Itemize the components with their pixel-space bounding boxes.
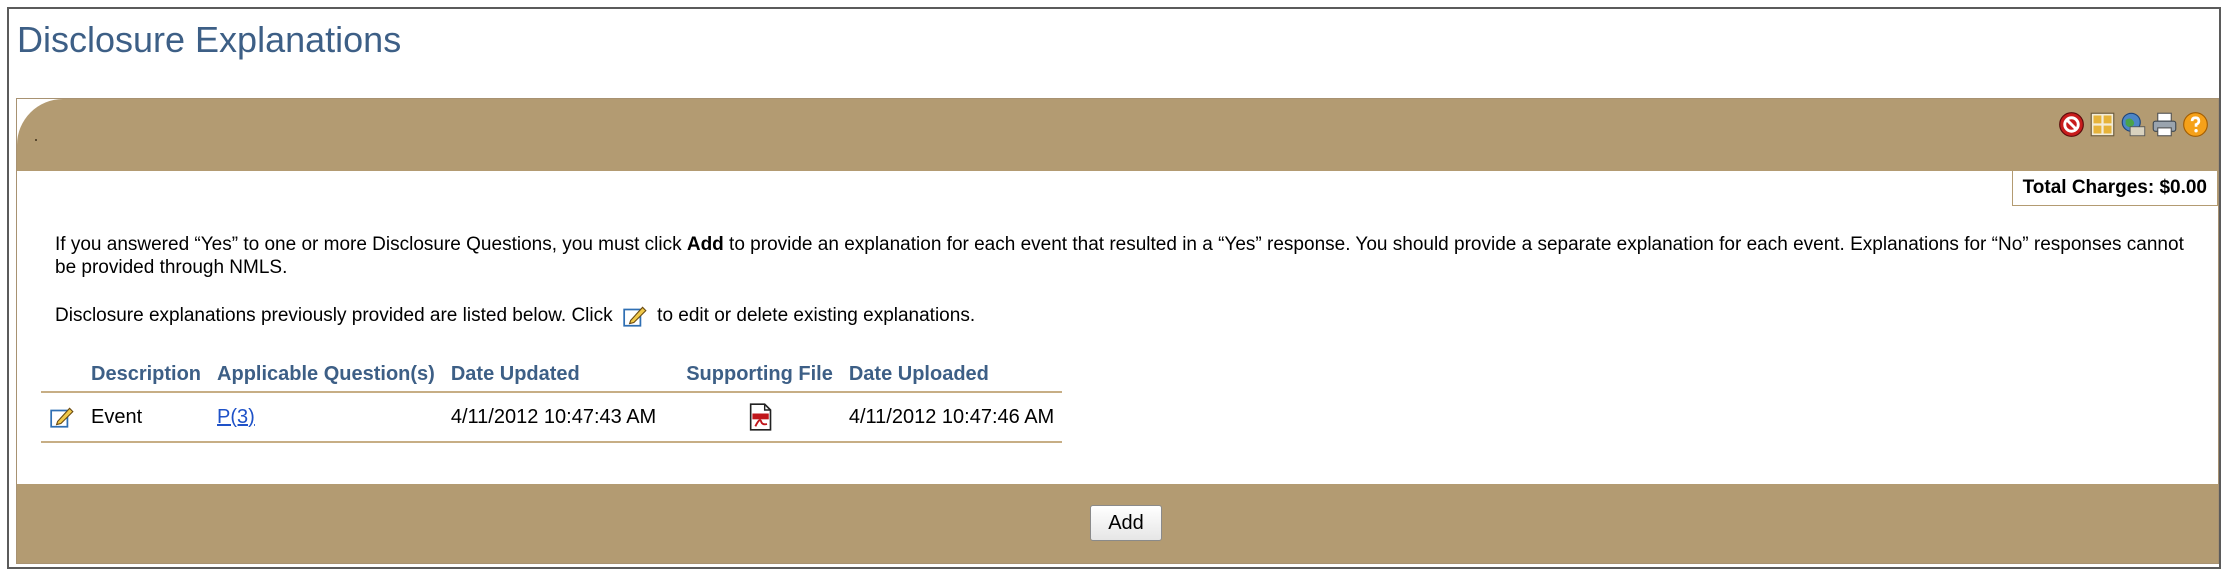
- row-edit-icon[interactable]: [49, 404, 75, 430]
- row-date-uploaded: 4/11/2012 10:47:46 AM: [840, 392, 1063, 443]
- table-header-date-uploaded: Date Uploaded: [840, 357, 1063, 393]
- globe-help-icon[interactable]: [2120, 111, 2147, 138]
- edit-instruction: Disclosure explanations previously provi…: [55, 303, 975, 329]
- total-charges: Total Charges: $0.00: [2011, 171, 2218, 206]
- toolbar: [2058, 109, 2209, 139]
- table-header-edit: [41, 357, 83, 393]
- pdf-file-icon[interactable]: [747, 403, 773, 431]
- stop-icon[interactable]: [2058, 111, 2085, 138]
- panel-header: [17, 99, 2218, 171]
- row-description: Event: [83, 392, 210, 443]
- row-supporting-file-cell: [678, 392, 841, 443]
- instruction-after: to edit or delete existing explanations.: [651, 305, 976, 326]
- table-header-date-updated: Date Updated: [442, 357, 679, 393]
- expand-icon[interactable]: [2089, 111, 2116, 138]
- edit-icon: [623, 306, 647, 327]
- table-row: Event P(3) 4/11/2012 10:47:43 AM 4/11/20…: [41, 392, 1063, 443]
- explanations-panel: Total Charges: $0.00 If you answered “Ye…: [16, 98, 2219, 564]
- intro-text-part1: If you answered “Yes” to one or more Dis…: [55, 234, 687, 255]
- panel-footer: Add: [17, 484, 2218, 563]
- print-icon[interactable]: [2151, 111, 2178, 138]
- table-header-questions: Applicable Question(s): [209, 357, 443, 393]
- table-header-row: Description Applicable Question(s) Date …: [41, 357, 1063, 393]
- intro-text-bold: Add: [686, 234, 724, 255]
- row-date-updated: 4/11/2012 10:47:43 AM: [442, 392, 679, 443]
- page-title: Disclosure Explanations: [17, 19, 402, 60]
- intro-text: If you answered “Yes” to one or more Dis…: [55, 233, 2195, 279]
- page-frame: Disclosure Explanations Total Charges: $…: [7, 7, 2221, 569]
- row-edit-cell: [41, 392, 83, 443]
- help-icon[interactable]: [2182, 111, 2209, 138]
- row-questions-cell: P(3): [209, 392, 443, 443]
- instruction-before: Disclosure explanations previously provi…: [55, 305, 618, 326]
- add-button[interactable]: Add: [1090, 505, 1162, 541]
- question-link[interactable]: P(3): [217, 406, 255, 428]
- table-header-supporting-file: Supporting File: [678, 357, 841, 393]
- header-dot: [35, 139, 37, 141]
- explanations-table: Description Applicable Question(s) Date …: [41, 357, 1063, 443]
- table-header-description: Description: [83, 357, 210, 393]
